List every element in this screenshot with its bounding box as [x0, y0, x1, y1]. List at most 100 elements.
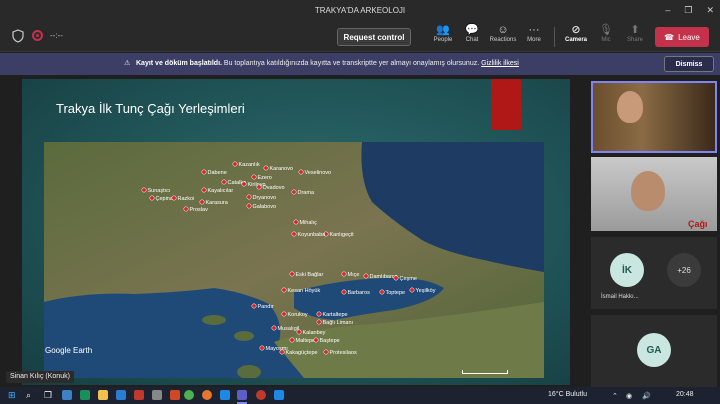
avatar: GA — [637, 333, 671, 367]
site-label: Drama — [298, 190, 315, 196]
share-icon: ⬆ — [630, 24, 640, 36]
people-label: People — [433, 37, 453, 43]
site-label: Koyunbaba — [298, 232, 327, 238]
taskbar-app-icon[interactable] — [80, 390, 90, 400]
weather-widget[interactable]: 16°C Bulutlu — [548, 391, 587, 398]
mic-label: Mic — [601, 37, 611, 43]
network-icon[interactable]: ◉ — [626, 391, 632, 402]
site-label: Dryanovo — [253, 195, 277, 201]
leave-label: Leave — [678, 32, 700, 42]
windows-start-icon[interactable]: ⊞ — [8, 390, 16, 401]
site-label: Kesan Höyük — [288, 288, 321, 294]
taskbar-app-icon[interactable] — [62, 390, 72, 400]
site-marker — [409, 287, 415, 293]
teams-icon[interactable] — [237, 390, 247, 400]
window-controls: – ❐ ✕ — [665, 0, 714, 20]
site-marker — [281, 311, 287, 317]
taskbar-app-icon[interactable] — [170, 390, 180, 400]
participant-video-tile-2[interactable]: Çağı — [591, 157, 717, 231]
site-marker — [293, 219, 299, 225]
participant-tile-ga[interactable]: GA — [591, 315, 717, 387]
participants-panel: Çağı İK +26 İsmail Hakkı... GA — [588, 75, 720, 387]
pdf-icon[interactable] — [134, 390, 144, 400]
site-marker — [316, 319, 322, 325]
folder-icon[interactable] — [98, 390, 108, 400]
phone-icon: ☎ — [664, 32, 675, 42]
more-participants-badge[interactable]: +26 — [667, 253, 701, 287]
site-marker — [263, 165, 269, 171]
participant-video-tile-1[interactable] — [591, 81, 717, 153]
site-label: Dabene — [208, 170, 227, 176]
banner-message: Kayıt ve döküm başlatıldı. Bu toplantıya… — [136, 60, 519, 67]
site-label: Korukoy — [288, 312, 308, 318]
task-view-icon[interactable]: ❐ — [44, 390, 52, 401]
window-titlebar: TRAKYA'DA ARKEOLOJI – ❐ ✕ — [0, 0, 720, 20]
site-marker — [259, 345, 265, 351]
leave-button[interactable]: ☎ Leave — [655, 27, 709, 47]
privacy-link[interactable]: Gizlilik ilkesi — [481, 60, 519, 67]
taskbar-app-icon[interactable] — [274, 390, 284, 400]
site-marker — [291, 231, 297, 237]
site-marker — [246, 194, 252, 200]
participant-name: İsmail Hakkı... — [601, 294, 639, 300]
dismiss-button[interactable]: Dismiss — [664, 56, 714, 72]
system-tray-icon[interactable]: ⌃ — [612, 391, 618, 402]
taskbar-app-icon[interactable] — [220, 390, 230, 400]
camera-off-icon: ⊘ — [571, 24, 581, 36]
tile-slide-text: Çağı — [688, 219, 708, 229]
site-marker — [149, 195, 155, 201]
island — [202, 315, 226, 325]
site-marker — [271, 325, 277, 331]
site-label: Çepina — [156, 196, 174, 202]
minimize-button[interactable]: – — [665, 5, 670, 15]
mail-icon[interactable] — [116, 390, 126, 400]
site-label: Barbaros — [348, 290, 371, 296]
site-label: Musalıgil — [278, 326, 300, 332]
taskbar-clock[interactable]: 20:48 — [676, 391, 694, 398]
site-marker — [341, 271, 347, 277]
mic-button[interactable]: 🎙 Mic — [591, 24, 621, 43]
chrome-icon[interactable] — [184, 390, 194, 400]
request-control-button[interactable]: Request control — [337, 28, 411, 46]
chat-button[interactable]: 💬 Chat — [457, 24, 487, 43]
reactions-button[interactable]: ☺ Reactions — [488, 24, 518, 43]
taskbar-app-icon[interactable] — [256, 390, 266, 400]
site-label: Yeşilköy — [416, 288, 436, 294]
map-canvas: KazanlıkDabeneKaranovoVeselinovoEzeroCat… — [44, 142, 544, 378]
site-marker — [379, 289, 385, 295]
maximize-button[interactable]: ❐ — [684, 5, 692, 16]
site-marker — [279, 349, 285, 355]
people-button[interactable]: 👥 People — [428, 24, 458, 43]
site-label: Maltepe — [296, 338, 316, 344]
site-marker — [199, 199, 205, 205]
site-label: Ezero — [258, 175, 272, 181]
site-label: Razkoi — [178, 196, 195, 202]
more-button[interactable]: ··· More — [519, 24, 549, 43]
search-icon[interactable]: ⌕ — [26, 390, 31, 401]
volume-icon[interactable]: 🔊 — [642, 391, 651, 402]
site-label: Proslav — [190, 207, 209, 213]
participant-face — [631, 171, 665, 211]
participant-face — [617, 91, 643, 123]
camera-button[interactable]: ⊘ Camera — [561, 24, 591, 43]
close-button[interactable]: ✕ — [706, 5, 714, 16]
site-marker — [141, 187, 147, 193]
share-button[interactable]: ⬆ Share — [620, 24, 650, 43]
shield-icon[interactable] — [12, 29, 24, 43]
taskbar-app-icon[interactable] — [152, 390, 162, 400]
meeting-toolbar: --:-- Request control 👥 People 💬 Chat ☺ … — [0, 20, 720, 52]
google-earth-credit: Google Earth — [45, 346, 93, 355]
window-title: TRAKYA'DA ARKEOLOJI — [314, 5, 406, 15]
banner-bold-text: Kayıt ve döküm başlatıldı. — [136, 60, 222, 67]
site-label: Protesilaos — [330, 350, 357, 356]
site-marker — [298, 169, 304, 175]
firefox-icon[interactable] — [202, 390, 212, 400]
participant-tile-ik[interactable]: İK +26 İsmail Hakkı... — [591, 237, 717, 309]
site-marker — [313, 337, 319, 343]
site-label: Baştepe — [320, 338, 340, 344]
site-label: Kayalıcılar — [208, 188, 234, 194]
site-label: Kanlıgeçit — [330, 232, 355, 238]
site-marker — [363, 273, 369, 279]
site-label: Eski Bağlar — [296, 272, 324, 278]
site-marker — [393, 275, 399, 281]
